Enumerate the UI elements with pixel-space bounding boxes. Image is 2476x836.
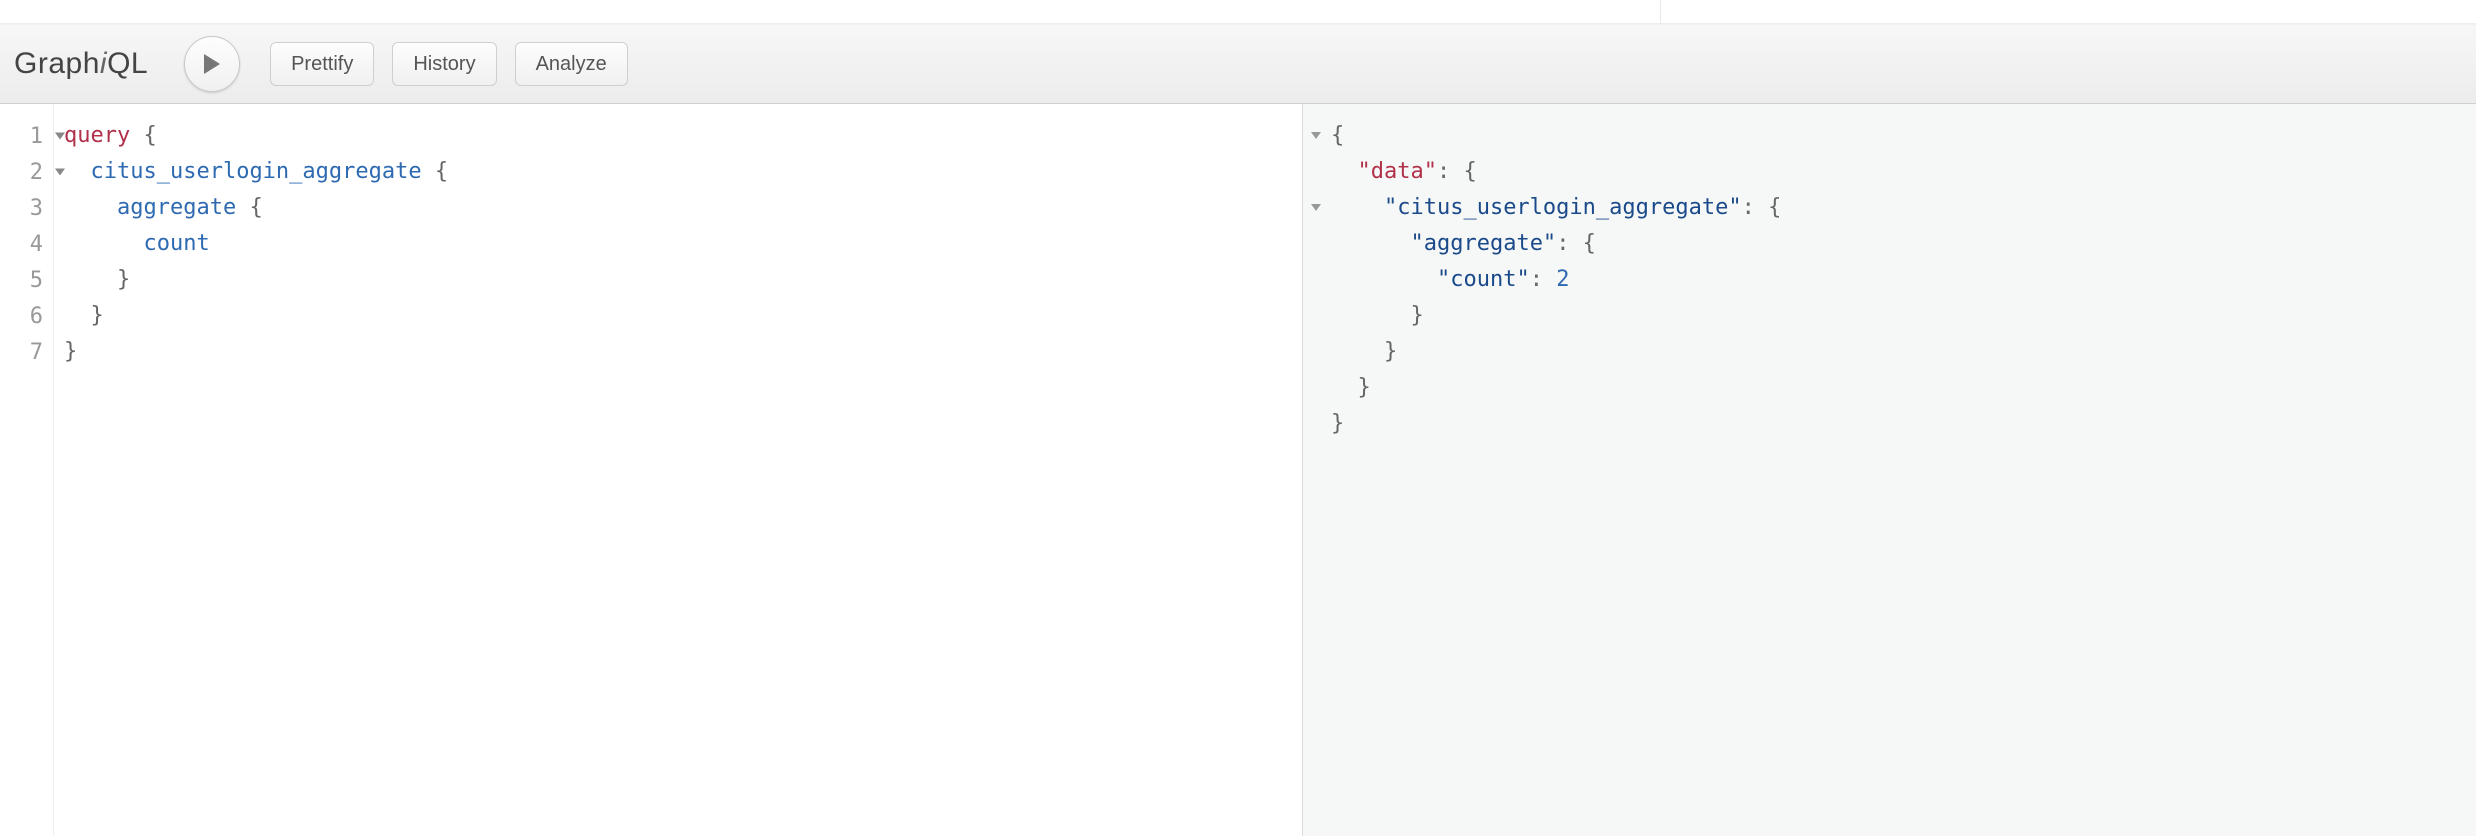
fold-icon[interactable]	[1311, 132, 1321, 139]
analyze-button[interactable]: Analyze	[515, 42, 628, 86]
line-number-gutter: 1234567	[0, 104, 54, 836]
result-viewer: { "data": { "citus_userlogin_aggregate":…	[1303, 104, 2476, 442]
result-pane: { "data": { "citus_userlogin_aggregate":…	[1302, 104, 2476, 836]
prettify-label: Prettify	[291, 53, 353, 76]
prettify-button[interactable]: Prettify	[270, 42, 374, 86]
play-icon	[202, 53, 222, 75]
line-number: 6	[0, 298, 53, 334]
execute-button[interactable]	[184, 36, 240, 92]
graphiql-logo: GraphiQL	[14, 47, 148, 81]
query-editor[interactable]: query { citus_userlogin_aggregate { aggr…	[54, 104, 1302, 836]
line-number: 3	[0, 190, 53, 226]
fold-icon[interactable]	[55, 133, 65, 140]
fold-icon[interactable]	[55, 169, 65, 176]
toolbar: GraphiQL Prettify History Analyze	[0, 24, 2476, 104]
analyze-label: Analyze	[536, 53, 607, 76]
line-number: 2	[0, 154, 53, 190]
browser-chrome-spacer	[0, 0, 2476, 24]
line-number: 1	[0, 118, 53, 154]
line-number: 4	[0, 226, 53, 262]
line-number: 7	[0, 334, 53, 370]
logo-text-post: QL	[107, 47, 148, 80]
history-button[interactable]: History	[392, 42, 496, 86]
logo-text-pre: Graph	[14, 47, 100, 80]
logo-text-i: i	[100, 47, 107, 80]
line-number: 5	[0, 262, 53, 298]
fold-icon[interactable]	[1311, 204, 1321, 211]
history-label: History	[413, 53, 475, 76]
query-editor-pane[interactable]: 1234567 query { citus_userlogin_aggregat…	[0, 104, 1302, 836]
